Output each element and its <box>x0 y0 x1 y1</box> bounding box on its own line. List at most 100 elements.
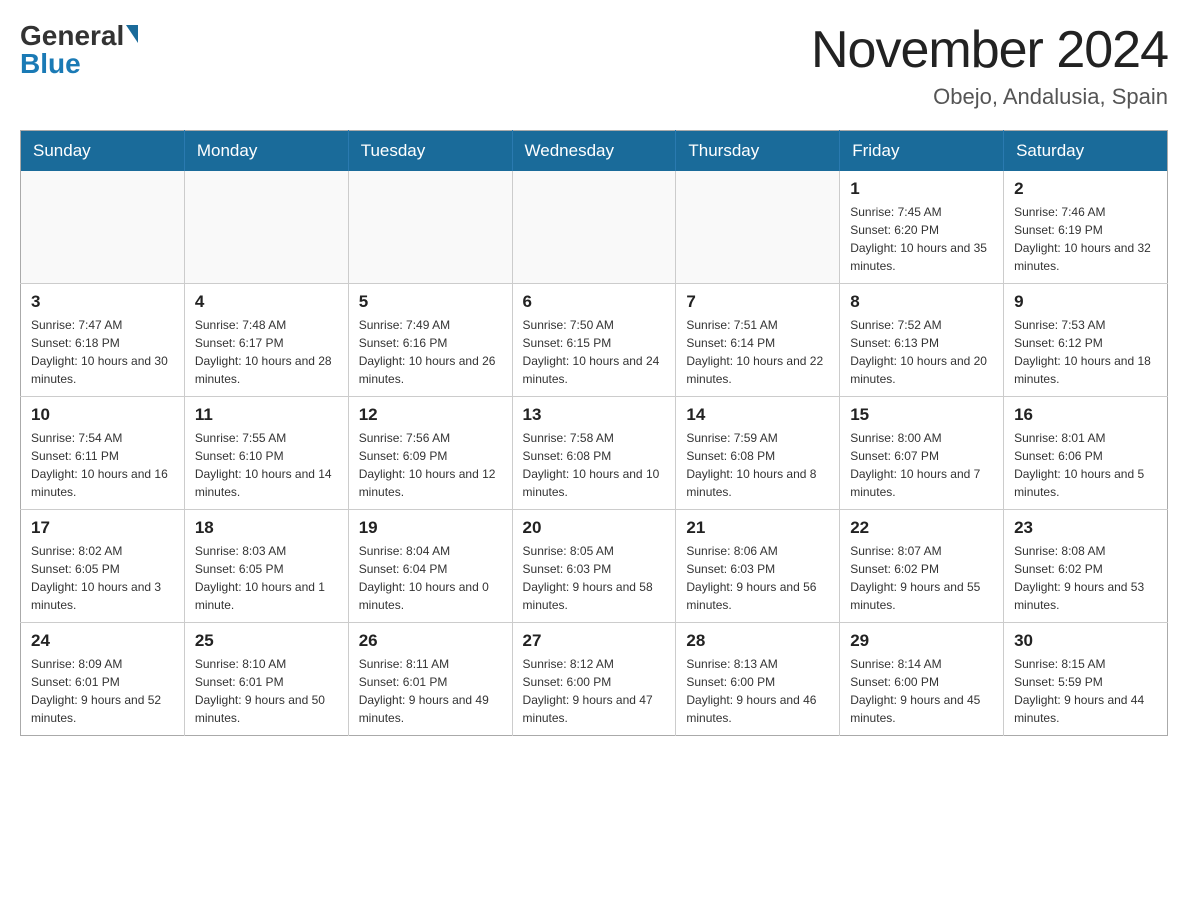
day-number-7: 7 <box>686 292 829 312</box>
header-saturday: Saturday <box>1004 131 1168 172</box>
day-info-2: Sunrise: 7:46 AMSunset: 6:19 PMDaylight:… <box>1014 203 1157 275</box>
day-number-26: 26 <box>359 631 502 651</box>
calendar-cell-0-2 <box>348 171 512 284</box>
day-info-29: Sunrise: 8:14 AMSunset: 6:00 PMDaylight:… <box>850 655 993 727</box>
day-info-28: Sunrise: 8:13 AMSunset: 6:00 PMDaylight:… <box>686 655 829 727</box>
day-number-22: 22 <box>850 518 993 538</box>
calendar-cell-4-2: 26 Sunrise: 8:11 AMSunset: 6:01 PMDayligh… <box>348 623 512 736</box>
day-info-14: Sunrise: 7:59 AMSunset: 6:08 PMDaylight:… <box>686 429 829 501</box>
calendar-cell-2-2: 12 Sunrise: 7:56 AMSunset: 6:09 PMDayligh… <box>348 397 512 510</box>
calendar-cell-3-5: 22 Sunrise: 8:07 AMSunset: 6:02 PMDayligh… <box>840 510 1004 623</box>
day-number-11: 11 <box>195 405 338 425</box>
day-number-19: 19 <box>359 518 502 538</box>
day-info-21: Sunrise: 8:06 AMSunset: 6:03 PMDaylight:… <box>686 542 829 614</box>
calendar-cell-3-6: 23 Sunrise: 8:08 AMSunset: 6:02 PMDayligh… <box>1004 510 1168 623</box>
calendar-cell-0-3 <box>512 171 676 284</box>
day-number-5: 5 <box>359 292 502 312</box>
day-number-4: 4 <box>195 292 338 312</box>
day-info-19: Sunrise: 8:04 AMSunset: 6:04 PMDaylight:… <box>359 542 502 614</box>
day-info-1: Sunrise: 7:45 AMSunset: 6:20 PMDaylight:… <box>850 203 993 275</box>
header-wednesday: Wednesday <box>512 131 676 172</box>
day-info-25: Sunrise: 8:10 AMSunset: 6:01 PMDaylight:… <box>195 655 338 727</box>
day-info-11: Sunrise: 7:55 AMSunset: 6:10 PMDaylight:… <box>195 429 338 501</box>
day-number-1: 1 <box>850 179 993 199</box>
page-header: General Blue November 2024 Obejo, Andalu… <box>20 20 1168 110</box>
day-info-26: Sunrise: 8:11 AMSunset: 6:01 PMDaylight:… <box>359 655 502 727</box>
calendar-cell-4-4: 28 Sunrise: 8:13 AMSunset: 6:00 PMDayligh… <box>676 623 840 736</box>
day-number-13: 13 <box>523 405 666 425</box>
week-row-0: 1 Sunrise: 7:45 AMSunset: 6:20 PMDaylight… <box>21 171 1168 284</box>
header-friday: Friday <box>840 131 1004 172</box>
day-info-15: Sunrise: 8:00 AMSunset: 6:07 PMDaylight:… <box>850 429 993 501</box>
day-number-24: 24 <box>31 631 174 651</box>
header-sunday: Sunday <box>21 131 185 172</box>
day-info-12: Sunrise: 7:56 AMSunset: 6:09 PMDaylight:… <box>359 429 502 501</box>
day-info-23: Sunrise: 8:08 AMSunset: 6:02 PMDaylight:… <box>1014 542 1157 614</box>
header-tuesday: Tuesday <box>348 131 512 172</box>
calendar-cell-1-1: 4 Sunrise: 7:48 AMSunset: 6:17 PMDaylight… <box>184 284 348 397</box>
calendar-cell-1-6: 9Sunrise: 7:53 AMSunset: 6:12 PMDaylight… <box>1004 284 1168 397</box>
day-info-5: Sunrise: 7:49 AMSunset: 6:16 PMDaylight:… <box>359 316 502 388</box>
calendar-cell-2-0: 10Sunrise: 7:54 AMSunset: 6:11 PMDayligh… <box>21 397 185 510</box>
calendar-cell-1-3: 6 Sunrise: 7:50 AMSunset: 6:15 PMDaylight… <box>512 284 676 397</box>
day-number-15: 15 <box>850 405 993 425</box>
day-number-29: 29 <box>850 631 993 651</box>
calendar-cell-4-0: 24 Sunrise: 8:09 AMSunset: 6:01 PMDayligh… <box>21 623 185 736</box>
day-number-27: 27 <box>523 631 666 651</box>
day-info-4: Sunrise: 7:48 AMSunset: 6:17 PMDaylight:… <box>195 316 338 388</box>
calendar-cell-0-6: 2 Sunrise: 7:46 AMSunset: 6:19 PMDaylight… <box>1004 171 1168 284</box>
day-info-18: Sunrise: 8:03 AMSunset: 6:05 PMDaylight:… <box>195 542 338 614</box>
day-number-2: 2 <box>1014 179 1157 199</box>
title-area: November 2024 Obejo, Andalusia, Spain <box>811 20 1168 110</box>
calendar-cell-1-5: 8Sunrise: 7:52 AMSunset: 6:13 PMDaylight… <box>840 284 1004 397</box>
day-info-13: Sunrise: 7:58 AMSunset: 6:08 PMDaylight:… <box>523 429 666 501</box>
day-number-17: 17 <box>31 518 174 538</box>
day-number-30: 30 <box>1014 631 1157 651</box>
calendar-cell-3-4: 21 Sunrise: 8:06 AMSunset: 6:03 PMDayligh… <box>676 510 840 623</box>
day-number-21: 21 <box>686 518 829 538</box>
day-number-18: 18 <box>195 518 338 538</box>
calendar-cell-2-1: 11 Sunrise: 7:55 AMSunset: 6:10 PMDayligh… <box>184 397 348 510</box>
day-info-30: Sunrise: 8:15 AMSunset: 5:59 PMDaylight:… <box>1014 655 1157 727</box>
calendar-cell-2-6: 16 Sunrise: 8:01 AMSunset: 6:06 PMDayligh… <box>1004 397 1168 510</box>
calendar-cell-2-3: 13 Sunrise: 7:58 AMSunset: 6:08 PMDayligh… <box>512 397 676 510</box>
logo-arrow-icon <box>126 25 138 43</box>
logo: General Blue <box>20 20 138 80</box>
day-number-12: 12 <box>359 405 502 425</box>
calendar-cell-0-4 <box>676 171 840 284</box>
calendar-cell-3-3: 20 Sunrise: 8:05 AMSunset: 6:03 PMDayligh… <box>512 510 676 623</box>
day-number-6: 6 <box>523 292 666 312</box>
day-number-14: 14 <box>686 405 829 425</box>
day-number-16: 16 <box>1014 405 1157 425</box>
day-number-25: 25 <box>195 631 338 651</box>
day-number-10: 10 <box>31 405 174 425</box>
logo-blue-label: Blue <box>20 48 81 80</box>
week-row-2: 10Sunrise: 7:54 AMSunset: 6:11 PMDayligh… <box>21 397 1168 510</box>
calendar-cell-1-2: 5 Sunrise: 7:49 AMSunset: 6:16 PMDaylight… <box>348 284 512 397</box>
day-info-6: Sunrise: 7:50 AMSunset: 6:15 PMDaylight:… <box>523 316 666 388</box>
day-info-22: Sunrise: 8:07 AMSunset: 6:02 PMDaylight:… <box>850 542 993 614</box>
calendar-cell-1-4: 7 Sunrise: 7:51 AMSunset: 6:14 PMDaylight… <box>676 284 840 397</box>
day-number-9: 9 <box>1014 292 1157 312</box>
calendar-cell-4-6: 30 Sunrise: 8:15 AMSunset: 5:59 PMDayligh… <box>1004 623 1168 736</box>
header-monday: Monday <box>184 131 348 172</box>
calendar-subtitle: Obejo, Andalusia, Spain <box>811 84 1168 110</box>
day-number-20: 20 <box>523 518 666 538</box>
day-info-16: Sunrise: 8:01 AMSunset: 6:06 PMDaylight:… <box>1014 429 1157 501</box>
day-info-7: Sunrise: 7:51 AMSunset: 6:14 PMDaylight:… <box>686 316 829 388</box>
calendar-cell-3-0: 17 Sunrise: 8:02 AMSunset: 6:05 PMDayligh… <box>21 510 185 623</box>
day-info-24: Sunrise: 8:09 AMSunset: 6:01 PMDaylight:… <box>31 655 174 727</box>
day-info-17: Sunrise: 8:02 AMSunset: 6:05 PMDaylight:… <box>31 542 174 614</box>
calendar-cell-3-2: 19 Sunrise: 8:04 AMSunset: 6:04 PMDayligh… <box>348 510 512 623</box>
calendar-cell-0-0 <box>21 171 185 284</box>
weekday-header-row: Sunday Monday Tuesday Wednesday Thursday… <box>21 131 1168 172</box>
day-number-23: 23 <box>1014 518 1157 538</box>
week-row-4: 24 Sunrise: 8:09 AMSunset: 6:01 PMDayligh… <box>21 623 1168 736</box>
day-info-20: Sunrise: 8:05 AMSunset: 6:03 PMDaylight:… <box>523 542 666 614</box>
day-info-8: Sunrise: 7:52 AMSunset: 6:13 PMDaylight:… <box>850 316 993 388</box>
calendar-cell-2-5: 15 Sunrise: 8:00 AMSunset: 6:07 PMDayligh… <box>840 397 1004 510</box>
day-info-3: Sunrise: 7:47 AMSunset: 6:18 PMDaylight:… <box>31 316 174 388</box>
header-thursday: Thursday <box>676 131 840 172</box>
day-number-28: 28 <box>686 631 829 651</box>
week-row-3: 17 Sunrise: 8:02 AMSunset: 6:05 PMDayligh… <box>21 510 1168 623</box>
